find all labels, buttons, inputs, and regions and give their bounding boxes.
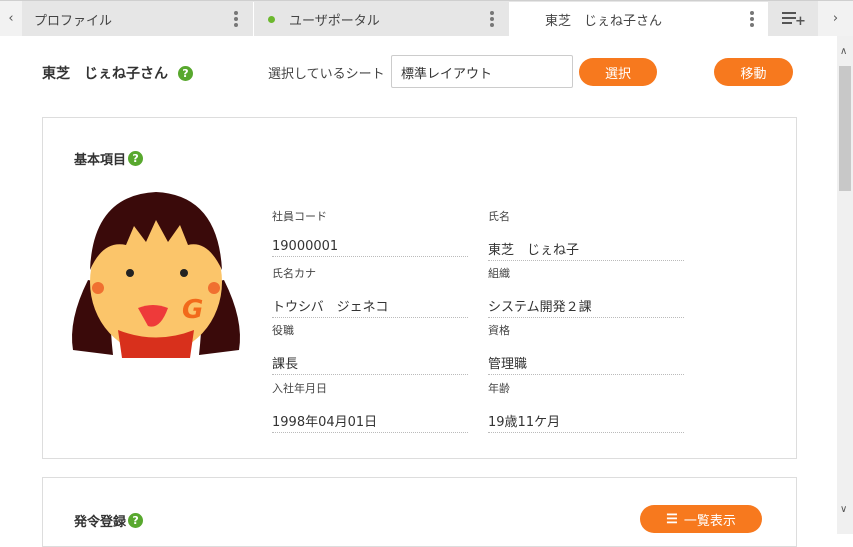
select-button[interactable]: 選択 — [579, 58, 657, 86]
field-value: トウシバ ジェネコ — [272, 296, 468, 318]
tab-menu-icon[interactable] — [490, 11, 494, 29]
scroll-right-button[interactable]: › — [818, 1, 853, 36]
order-title: 発令登録 — [74, 515, 127, 530]
move-button[interactable]: 移動 — [714, 58, 793, 86]
field-label: 年齢 — [488, 382, 510, 395]
list-view-button[interactable]: ☰ 一覧表示 — [640, 505, 762, 533]
tab-user-portal[interactable]: ユーザポータル — [253, 2, 508, 37]
field-value: 課長 — [272, 353, 468, 375]
order-card: 発令登録 ? ☰ 一覧表示 — [42, 477, 797, 547]
tab-label: プロファイル — [34, 14, 113, 29]
basic-title: 基本項目 — [74, 153, 127, 168]
field-value: システム開発２課 — [488, 296, 684, 318]
tab-label: 東芝 じぇね子さん — [545, 14, 663, 29]
help-icon[interactable]: ? — [128, 513, 144, 528]
help-icon[interactable]: ? — [178, 65, 193, 81]
field-label: 入社年月日 — [272, 382, 327, 395]
field-value: 1998年04月01日 — [272, 411, 468, 433]
field-label: 資格 — [488, 324, 510, 337]
add-tab-icon[interactable]: + — [782, 12, 806, 28]
list-icon: ☰ — [666, 511, 678, 526]
sheet-label: 選択しているシート — [268, 67, 385, 82]
field-value: 管理職 — [488, 353, 684, 375]
scrollbar[interactable]: ∧ ∨ — [837, 36, 853, 534]
scrollbar-thumb[interactable] — [839, 66, 851, 191]
field-value: 東芝 じぇね子 — [488, 239, 684, 261]
field-value: 19000001 — [272, 239, 468, 257]
sheet-input[interactable]: 標準レイアウト — [391, 55, 573, 88]
field-label: 氏名カナ — [272, 267, 316, 280]
tab-employee[interactable]: 東芝 じぇね子さん — [509, 2, 768, 37]
field-label: 氏名 — [488, 210, 510, 223]
field-label: 役職 — [272, 324, 294, 337]
field-label: 組織 — [488, 267, 510, 280]
basic-info-card: 基本項目 ? G 社員コード 19000001 氏名東芝 じぇね子氏名カナトウシバ … — [42, 117, 797, 459]
scroll-left-button[interactable]: ‹ — [0, 1, 22, 36]
avatar: G — [72, 192, 240, 358]
svg-text:G: G — [182, 295, 203, 325]
employee-name: 東芝 じぇね子さん — [42, 66, 168, 82]
field-label: 社員コード — [272, 210, 327, 223]
tab-profile[interactable]: プロファイル — [22, 2, 252, 37]
tab-bar: ‹ プロファイル ユーザポータル 東芝 じぇね子さん + › — [0, 0, 853, 37]
help-icon[interactable]: ? — [128, 151, 144, 166]
tab-menu-icon[interactable] — [234, 11, 238, 29]
tab-label: ユーザポータル — [289, 14, 380, 29]
tab-menu-icon[interactable] — [750, 11, 754, 29]
list-view-label: 一覧表示 — [683, 512, 736, 528]
pin-icon — [268, 16, 275, 23]
field-value: 19歳11ケ月 — [488, 411, 684, 433]
